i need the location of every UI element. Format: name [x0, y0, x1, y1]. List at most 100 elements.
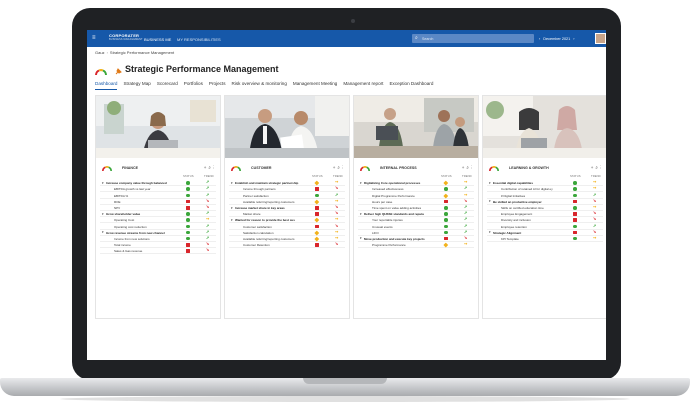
row-label: LIFO: [372, 230, 379, 235]
pin-icon[interactable]: [114, 67, 123, 76]
tab-dashboard[interactable]: Dashboard: [95, 81, 118, 90]
row-label: EBITDA %: [114, 193, 129, 198]
trend-down-right-icon: ➘: [335, 222, 339, 228]
laptop-notch: [303, 378, 387, 384]
app-logo[interactable]: CORPORATER BUSINESS MANAGEMENT: [109, 34, 143, 42]
tab-portfolios[interactable]: Portfolios: [184, 81, 203, 90]
row-label: EBITDA growth vs last year: [114, 187, 151, 192]
status-green-icon: [573, 205, 577, 210]
more-icon[interactable]: ⋮: [471, 165, 474, 170]
status-red-icon: [186, 205, 190, 210]
hamburger-menu-icon[interactable]: ≡: [92, 35, 96, 41]
trend-up-right-icon: ➚: [593, 222, 597, 228]
avatar[interactable]: [595, 33, 606, 44]
chevron-down-icon[interactable]: ▾: [489, 230, 491, 234]
chevron-down-icon[interactable]: ▾: [231, 181, 233, 185]
status-column-header: STATUS: [312, 174, 323, 178]
period-selector[interactable]: ‹ December 2021 ›: [539, 37, 575, 41]
kpi-row[interactable]: Programme Performance ➙: [358, 241, 474, 249]
tab-risk-overview-monitoring[interactable]: Risk overview & monitoring: [232, 81, 287, 90]
row-label: Strategic Alignment: [493, 230, 522, 235]
search-input[interactable]: ⌕ Search: [412, 34, 534, 43]
card-actions: +⌕⋮: [333, 165, 345, 170]
nav-my-responsibilities[interactable]: MY RESPONSIBILITIES: [177, 37, 221, 42]
more-icon[interactable]: ⋮: [600, 165, 603, 170]
status-yellow-icon: [443, 180, 448, 186]
row-label: Partner satisfaction: [243, 193, 269, 198]
trend-right-icon: ➙: [593, 185, 597, 191]
trend-up-right-icon: ➚: [335, 191, 339, 197]
chevron-down-icon[interactable]: ▾: [360, 236, 362, 240]
breadcrumb: Gauz › Strategic Performance Management: [95, 50, 174, 55]
scorecard-pane: INTERNAL PROCESS +⌕⋮ STATUS TREND ▾ Digitaliz…: [354, 162, 478, 318]
trend-right-icon: ➙: [335, 228, 339, 234]
app-bar: ≡ CORPORATER BUSINESS MANAGEMENT BUSINESS…: [87, 30, 606, 47]
kpi-row[interactable]: Sales & Gas revenue ➘: [100, 248, 216, 255]
status-red-icon: [315, 187, 319, 191]
tab-management-meeting[interactable]: Management Meeting: [293, 81, 337, 90]
perspective-photo: [225, 96, 349, 158]
trend-right-icon: ➙: [593, 234, 597, 240]
period-next-button[interactable]: ›: [573, 37, 574, 41]
page-title: Strategic Performance Management: [125, 64, 279, 74]
tab-exception-dashboard[interactable]: Exception Dashboard: [389, 81, 433, 90]
chevron-down-icon[interactable]: ▾: [489, 199, 491, 203]
row-label: NPV: [114, 206, 121, 211]
scorecard-header: FINANCE +⌕⋮: [100, 163, 216, 173]
tab-management-report[interactable]: Management report: [343, 81, 383, 90]
chevron-down-icon[interactable]: ▾: [360, 181, 362, 185]
chevron-down-icon[interactable]: ▾: [102, 230, 104, 234]
trend-up-right-icon: ➚: [464, 210, 468, 216]
row-label: Increased effectiveness: [372, 187, 404, 192]
row-label: Customer Retention: [243, 243, 270, 248]
performance-gauge-icon: [360, 166, 370, 172]
scorecard-header: INTERNAL PROCESS +⌕⋮: [358, 163, 474, 173]
perspective-photo: [354, 96, 478, 158]
status-red-icon: [315, 224, 319, 229]
row-label: Programme Performance: [372, 243, 406, 248]
more-icon[interactable]: ⋮: [213, 165, 216, 170]
status-column-header: STATUS: [441, 174, 452, 178]
chevron-down-icon[interactable]: ▾: [102, 181, 104, 185]
period-prev-button[interactable]: ‹: [539, 37, 540, 41]
chevron-down-icon[interactable]: ▾: [489, 181, 491, 185]
more-icon[interactable]: ⋮: [342, 165, 345, 170]
trend-down-right-icon: ➘: [206, 241, 210, 247]
status-green-icon: [444, 212, 448, 216]
scorecard-pane: FINANCE +⌕⋮ STATUS TREND ▾ Increase company v…: [96, 162, 220, 318]
row-label: Employee Engagement: [501, 212, 533, 217]
laptop-shadow: [60, 396, 630, 402]
trend-down-right-icon: ➘: [206, 197, 210, 203]
chevron-down-icon[interactable]: ▾: [102, 212, 104, 216]
status-green-icon: [186, 236, 190, 241]
tab-bar: Dashboard Strategy Map Scorecard Portfolios…: [95, 81, 433, 90]
status-red-icon: [573, 230, 577, 235]
row-label: Customer satisfaction: [243, 224, 272, 229]
chevron-down-icon[interactable]: ▾: [231, 206, 233, 210]
perspective-card-learning-growth: LEARNING & GROWTH +⌕⋮ STATUS TREND ▾ Essentia…: [482, 95, 606, 319]
trend-down-right-icon: ➘: [593, 197, 597, 203]
tab-projects[interactable]: Projects: [209, 81, 226, 90]
scorecard-rows: ▾ Digitalizing Core operational processes…: [358, 180, 474, 249]
card-actions: +⌕⋮: [204, 165, 216, 170]
status-red-icon: [315, 243, 319, 247]
status-green-icon: [186, 187, 190, 191]
kpi-row[interactable]: Customer Retention ➘: [229, 241, 345, 249]
product-mockup: ≡ CORPORATER BUSINESS MANAGEMENT BUSINESS…: [0, 0, 690, 404]
column-headers: STATUS TREND: [358, 174, 474, 179]
breadcrumb-home[interactable]: Gauz: [95, 50, 105, 55]
tab-strategy-map[interactable]: Strategy Map: [123, 81, 150, 90]
nav-business-me[interactable]: BUSINESS ME: [144, 37, 171, 42]
row-label: Deliver high QHSSE standards and reputa: [364, 212, 424, 217]
tab-scorecard[interactable]: Scorecard: [157, 81, 178, 90]
trend-down-right-icon: ➘: [335, 204, 339, 210]
row-label: Establish and maintain strategic partner…: [235, 181, 299, 186]
row-label: Sales & Gas revenue: [114, 249, 143, 254]
perspective-title: INTERNAL PROCESS: [380, 166, 417, 170]
chevron-down-icon[interactable]: ▾: [360, 212, 362, 216]
row-label: Be skilled an productive employer: [493, 199, 542, 204]
chevron-down-icon[interactable]: ▾: [231, 218, 233, 222]
trend-right-icon: ➙: [464, 191, 468, 197]
trend-up-right-icon: ➚: [206, 185, 210, 191]
kpi-row[interactable]: KPI Template ➙: [487, 234, 603, 242]
